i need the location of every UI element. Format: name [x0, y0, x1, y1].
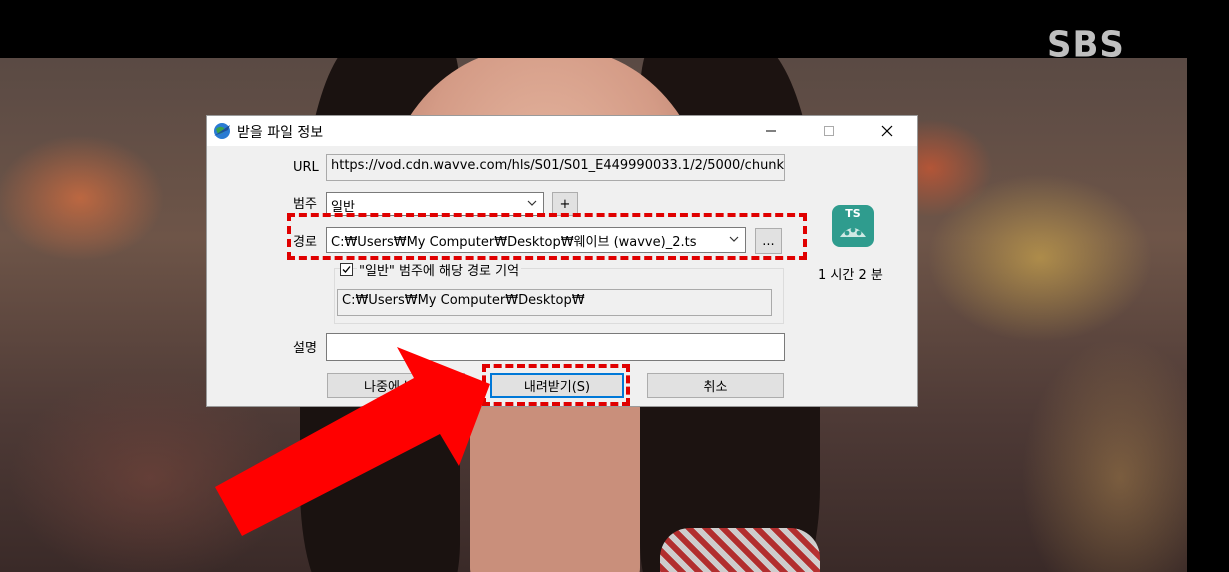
minimize-icon [766, 130, 776, 132]
url-field[interactable]: https://vod.cdn.wavve.com/hls/S01/S01_E4… [326, 154, 785, 181]
download-highlight-box [482, 364, 630, 406]
cancel-button[interactable]: 취소 [647, 373, 784, 398]
close-button[interactable] [864, 116, 910, 146]
default-path-field[interactable]: C:₩Users₩My Computer₩Desktop₩ [337, 289, 772, 316]
remember-path-checkbox[interactable] [340, 263, 353, 276]
close-icon [881, 125, 893, 137]
file-info-dialog: 받을 파일 정보 URL https://vod.cdn.wavve.com/h… [206, 115, 918, 407]
ts-file-icon: TS [832, 205, 874, 247]
maximize-icon [824, 126, 834, 136]
description-label: 설명 [293, 341, 317, 356]
download-later-button[interactable]: 나중에 받기 [327, 373, 465, 398]
dialog-title: 받을 파일 정보 [237, 125, 324, 141]
category-label: 범주 [293, 197, 317, 212]
minimize-button[interactable] [748, 116, 794, 146]
title-bar: 받을 파일 정보 [207, 116, 917, 146]
description-input[interactable] [326, 333, 785, 361]
maximize-button[interactable] [806, 116, 852, 146]
check-icon [342, 266, 351, 273]
chevron-down-icon [527, 200, 537, 206]
path-highlight-box [287, 213, 807, 260]
duration-label: 1 시간 2 분 [818, 268, 883, 283]
url-label: URL [293, 160, 319, 175]
sbs-watermark: SBS [1047, 24, 1125, 66]
remember-path-label: "일반" 범주에 해당 경로 기억 [357, 260, 522, 279]
idm-globe-icon [214, 123, 230, 139]
